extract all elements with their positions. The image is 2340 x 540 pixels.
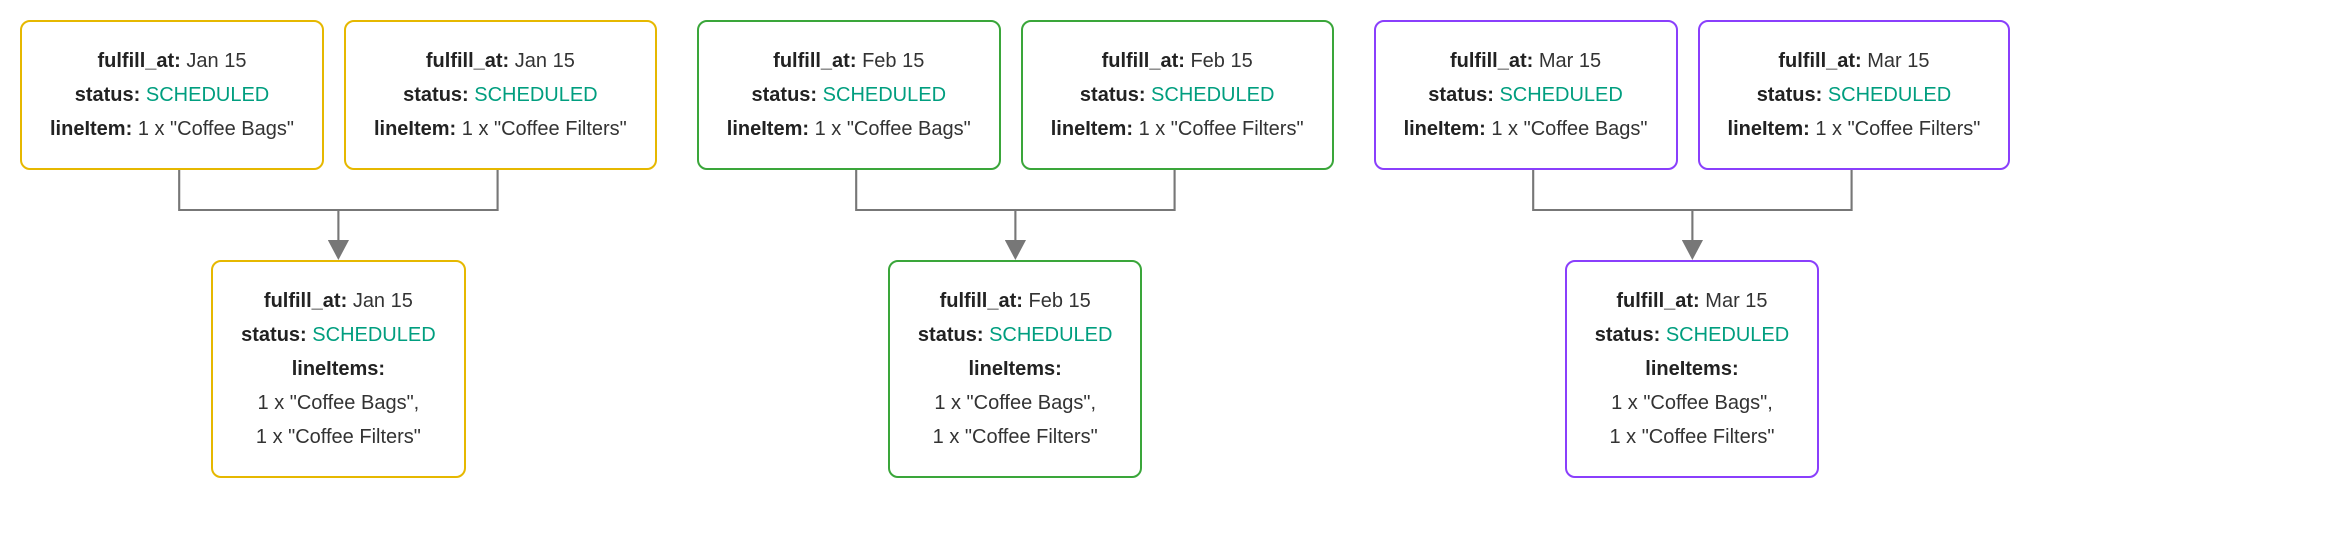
label-fulfill-at: fulfill_at: bbox=[1102, 50, 1185, 72]
label-status: status: bbox=[752, 84, 818, 106]
value-date: Mar 15 bbox=[1539, 50, 1601, 72]
value-status: SCHEDULED bbox=[312, 324, 435, 346]
value-lineitem: 1 x "Coffee Bags", bbox=[1611, 392, 1773, 414]
card-mar-merged: fulfill_at: Mar 15 status: SCHEDULED lin… bbox=[1565, 260, 1820, 478]
value-lineitem: 1 x "Coffee Bags" bbox=[1491, 118, 1647, 140]
value-date: Feb 15 bbox=[1190, 50, 1252, 72]
value-status: SCHEDULED bbox=[1151, 84, 1274, 106]
value-lineitem: 1 x "Coffee Filters" bbox=[1609, 426, 1774, 448]
top-row: fulfill_at: Mar 15 status: SCHEDULED lin… bbox=[1374, 20, 2011, 170]
connector bbox=[697, 170, 1334, 260]
connector bbox=[20, 170, 657, 260]
top-row: fulfill_at: Jan 15 status: SCHEDULED lin… bbox=[20, 20, 657, 170]
label-fulfill-at: fulfill_at: bbox=[940, 290, 1023, 312]
value-status: SCHEDULED bbox=[474, 84, 597, 106]
label-status: status: bbox=[1428, 84, 1494, 106]
group-jan: fulfill_at: Jan 15 status: SCHEDULED lin… bbox=[20, 20, 657, 478]
label-fulfill-at: fulfill_at: bbox=[264, 290, 347, 312]
value-lineitem: 1 x "Coffee Filters" bbox=[256, 426, 421, 448]
value-date: Feb 15 bbox=[1028, 290, 1090, 312]
connector bbox=[1374, 170, 2011, 260]
value-status: SCHEDULED bbox=[989, 324, 1112, 346]
card-jan-filters: fulfill_at: Jan 15 status: SCHEDULED lin… bbox=[344, 20, 657, 170]
value-lineitem: 1 x "Coffee Filters" bbox=[1139, 118, 1304, 140]
label-status: status: bbox=[918, 324, 984, 346]
group-feb: fulfill_at: Feb 15 status: SCHEDULED lin… bbox=[697, 20, 1334, 478]
label-lineitem: lineItem: bbox=[1404, 118, 1486, 140]
label-lineitem: lineItem: bbox=[374, 118, 456, 140]
label-status: status: bbox=[1595, 324, 1661, 346]
label-fulfill-at: fulfill_at: bbox=[1616, 290, 1699, 312]
value-lineitem: 1 x "Coffee Filters" bbox=[1815, 118, 1980, 140]
value-date: Feb 15 bbox=[862, 50, 924, 72]
value-date: Jan 15 bbox=[186, 50, 246, 72]
group-mar: fulfill_at: Mar 15 status: SCHEDULED lin… bbox=[1374, 20, 2011, 478]
label-status: status: bbox=[75, 84, 141, 106]
value-status: SCHEDULED bbox=[1828, 84, 1951, 106]
label-fulfill-at: fulfill_at: bbox=[426, 50, 509, 72]
value-lineitem: 1 x "Coffee Bags", bbox=[258, 392, 420, 414]
label-status: status: bbox=[403, 84, 469, 106]
label-status: status: bbox=[1757, 84, 1823, 106]
value-status: SCHEDULED bbox=[146, 84, 269, 106]
value-lineitem: 1 x "Coffee Bags" bbox=[138, 118, 294, 140]
card-mar-bags: fulfill_at: Mar 15 status: SCHEDULED lin… bbox=[1374, 20, 1678, 170]
value-lineitem: 1 x "Coffee Filters" bbox=[933, 426, 1098, 448]
label-fulfill-at: fulfill_at: bbox=[1450, 50, 1533, 72]
label-fulfill-at: fulfill_at: bbox=[98, 50, 181, 72]
label-lineitems: lineItems: bbox=[292, 358, 385, 380]
value-date: Mar 15 bbox=[1705, 290, 1767, 312]
value-status: SCHEDULED bbox=[823, 84, 946, 106]
label-status: status: bbox=[1080, 84, 1146, 106]
value-lineitem: 1 x "Coffee Filters" bbox=[462, 118, 627, 140]
value-lineitem: 1 x "Coffee Bags", bbox=[934, 392, 1096, 414]
label-lineitem: lineItem: bbox=[1051, 118, 1133, 140]
top-row: fulfill_at: Feb 15 status: SCHEDULED lin… bbox=[697, 20, 1334, 170]
value-status: SCHEDULED bbox=[1499, 84, 1622, 106]
label-lineitem: lineItem: bbox=[50, 118, 132, 140]
value-lineitem: 1 x "Coffee Bags" bbox=[815, 118, 971, 140]
label-status: status: bbox=[241, 324, 307, 346]
label-fulfill-at: fulfill_at: bbox=[1778, 50, 1861, 72]
label-lineitem: lineItem: bbox=[727, 118, 809, 140]
value-status: SCHEDULED bbox=[1666, 324, 1789, 346]
label-lineitems: lineItems: bbox=[1645, 358, 1738, 380]
card-jan-merged: fulfill_at: Jan 15 status: SCHEDULED lin… bbox=[211, 260, 466, 478]
value-date: Jan 15 bbox=[353, 290, 413, 312]
card-feb-bags: fulfill_at: Feb 15 status: SCHEDULED lin… bbox=[697, 20, 1001, 170]
label-lineitems: lineItems: bbox=[968, 358, 1061, 380]
card-feb-merged: fulfill_at: Feb 15 status: SCHEDULED lin… bbox=[888, 260, 1143, 478]
card-feb-filters: fulfill_at: Feb 15 status: SCHEDULED lin… bbox=[1021, 20, 1334, 170]
value-date: Mar 15 bbox=[1867, 50, 1929, 72]
label-fulfill-at: fulfill_at: bbox=[773, 50, 856, 72]
card-mar-filters: fulfill_at: Mar 15 status: SCHEDULED lin… bbox=[1698, 20, 2011, 170]
value-date: Jan 15 bbox=[515, 50, 575, 72]
label-lineitem: lineItem: bbox=[1728, 118, 1810, 140]
card-jan-bags: fulfill_at: Jan 15 status: SCHEDULED lin… bbox=[20, 20, 324, 170]
diagram-root: fulfill_at: Jan 15 status: SCHEDULED lin… bbox=[20, 20, 2320, 478]
